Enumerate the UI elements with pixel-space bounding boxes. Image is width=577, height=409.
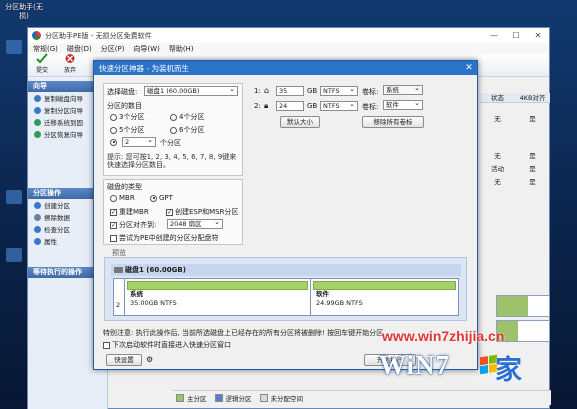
desktop-app-icon[interactable] <box>6 248 22 262</box>
align-checkbox[interactable]: ✓ 分区对齐到: <box>110 220 156 230</box>
disk-select[interactable]: 磁盘1 (60.00GB) <box>144 86 238 96</box>
radio-4-partitions[interactable]: 4个分区 <box>170 112 204 122</box>
disk-map-bar[interactable] <box>496 295 550 317</box>
minimize-icon[interactable]: — <box>483 31 505 40</box>
maximize-icon[interactable]: ☐ <box>505 31 527 40</box>
partition-1-label-select[interactable]: 系统 <box>383 85 423 95</box>
custom-count-suffix: 个分区 <box>160 139 181 147</box>
legend-unallocated: 未分配空间 <box>259 393 303 403</box>
partition-2-label-caption: 卷标: <box>362 103 379 111</box>
radio-5-partitions[interactable]: 5个分区 <box>110 125 144 135</box>
desktop-app-icon[interactable] <box>6 40 22 54</box>
check-icon <box>34 225 41 233</box>
partition-table-visible: 状态 4KB对齐 无是 无是 活动是 无是 <box>480 93 550 189</box>
partition-1-fs-select[interactable]: NTFS <box>320 86 358 96</box>
dialog-titlebar: 快速分区神器 - 为装机而生 ✕ <box>94 61 477 75</box>
legend-primary: 主分区 <box>176 393 207 403</box>
partition-2-icon: 🔒︎ <box>264 101 269 110</box>
table-row[interactable]: 无是 <box>480 113 550 126</box>
col-status[interactable]: 状态 <box>480 93 515 102</box>
preview-disk-number: 2 <box>116 301 121 309</box>
help-icon[interactable]: ⚙ <box>146 355 153 364</box>
submit-button[interactable]: 提交 <box>36 53 48 74</box>
partition-1-icon: ⌂ <box>264 86 270 95</box>
preview-panel: 磁盘1 (60.00GB) 2 系统 35.00GB NTFS 软件 24.99GB… <box>104 257 467 321</box>
properties-icon <box>34 237 41 245</box>
table-row[interactable]: 无是 <box>480 150 550 163</box>
radio-custom-count[interactable] <box>110 138 119 146</box>
watermark-logo: WiN7 <box>379 350 451 380</box>
preview-disk-header: 磁盘1 (60.00GB) <box>111 264 461 276</box>
next-boot-checkbox[interactable]: 下次启动软件时直接进入快速分区窗口 <box>103 340 231 350</box>
desktop-app-icon[interactable] <box>6 190 22 204</box>
close-icon[interactable]: ✕ <box>527 31 549 40</box>
disk-type-label: 磁盘的类型 <box>107 183 142 191</box>
copy-disk-icon <box>34 94 41 102</box>
legend-logical: 逻辑分区 <box>214 393 252 403</box>
warning-notice: 特别注意: 执行此操作后, 当前所选磁盘上已经存在的所有分区将被删除! 按回车键… <box>103 329 384 337</box>
menu-partition[interactable]: 分区(P) <box>101 44 125 54</box>
menu-wizard[interactable]: 向导(W) <box>133 44 159 54</box>
recover-icon <box>34 130 41 138</box>
radio-3-partitions[interactable]: 3个分区 <box>110 112 144 122</box>
remove-all-labels-button[interactable]: 移除所有卷标 <box>362 116 424 128</box>
pe-drive-letter-checkbox[interactable]: 尝试为PE中创建的分区分配盘符 <box>110 233 219 243</box>
partition-1-unit: GB <box>307 87 318 95</box>
preview-partition-software[interactable]: 软件 24.99GB NTFS <box>310 279 458 315</box>
app-logo-icon <box>32 31 41 40</box>
custom-count-select[interactable]: 2 <box>122 137 156 147</box>
reset-button[interactable]: 快设置 <box>106 354 142 366</box>
radio-mbr[interactable]: MBR <box>110 194 135 202</box>
preview-partition-system[interactable]: 系统 35.00GB NTFS <box>124 279 310 315</box>
default-size-button[interactable]: 默认大小 <box>280 116 320 128</box>
migrate-icon <box>34 118 41 126</box>
table-header: 状态 4KB对齐 <box>480 93 550 103</box>
menu-disk[interactable]: 磁盘(D) <box>67 44 92 54</box>
partition-2-unit: GB <box>307 102 318 110</box>
watermark-suffix: 家 <box>495 355 522 386</box>
submit-icon <box>36 53 48 64</box>
table-row[interactable]: 活动是 <box>480 163 550 176</box>
app-title: 分区助手PE版 - 无损分区免费软件 <box>45 31 152 40</box>
disk-select-label: 选择磁盘: <box>107 88 138 96</box>
partition-2-label-select[interactable]: 软件 <box>383 100 423 110</box>
wipe-icon <box>34 213 41 221</box>
hint-text: 提示: 您可按1, 2, 3, 4, 5, 6, 7, 8, 9键来快速选择分区… <box>107 153 237 169</box>
create-esp-checkbox[interactable]: ✓ 创建ESP和MSR分区 <box>166 207 238 217</box>
partition-2-size-input[interactable]: 24 <box>276 101 304 111</box>
partition-1-number: 1: <box>254 87 261 95</box>
partition-2-fs-select[interactable]: NTFS <box>320 101 358 111</box>
table-row[interactable]: 无是 <box>480 176 550 189</box>
menu-general[interactable]: 常规(G) <box>33 44 58 54</box>
align-select[interactable]: 2048 扇区 <box>167 219 223 229</box>
discard-button[interactable]: 放弃 <box>64 53 76 74</box>
col-4k-align[interactable]: 4KB对齐 <box>515 93 550 102</box>
partition-1-size-input[interactable]: 35 <box>276 86 304 96</box>
rebuild-mbr-checkbox[interactable]: ✓ 重建MBR <box>110 207 149 217</box>
partition-2-number: 2: <box>254 102 261 110</box>
count-label: 分区的数目 <box>107 102 142 110</box>
watermark: www.win7zhijia.cn WiN7 家 <box>357 318 577 409</box>
menu-help[interactable]: 帮助(H) <box>169 44 194 54</box>
radio-6-partitions[interactable]: 6个分区 <box>170 125 204 135</box>
app-titlebar: 分区助手PE版 - 无损分区免费软件 — ☐ ✕ <box>28 28 549 43</box>
watermark-url: www.win7zhijia.cn <box>382 328 505 344</box>
preview-partition-bar: 2 系统 35.00GB NTFS 软件 24.99GB NTFS <box>113 278 459 316</box>
copy-partition-icon <box>34 106 41 114</box>
partition-1-label-caption: 卷标: <box>362 88 379 96</box>
menu-bar: 常规(G) 磁盘(D) 分区(P) 向导(W) 帮助(H) <box>28 43 549 54</box>
discard-icon <box>65 54 75 63</box>
create-icon <box>34 201 41 209</box>
desktop-icon-label[interactable]: 分区助手(无损) <box>2 3 46 21</box>
radio-gpt[interactable]: GPT <box>150 194 173 202</box>
dialog-close-icon[interactable]: ✕ <box>461 63 477 73</box>
disk-icon <box>114 267 123 273</box>
dialog-title: 快速分区神器 - 为装机而生 <box>99 63 189 73</box>
